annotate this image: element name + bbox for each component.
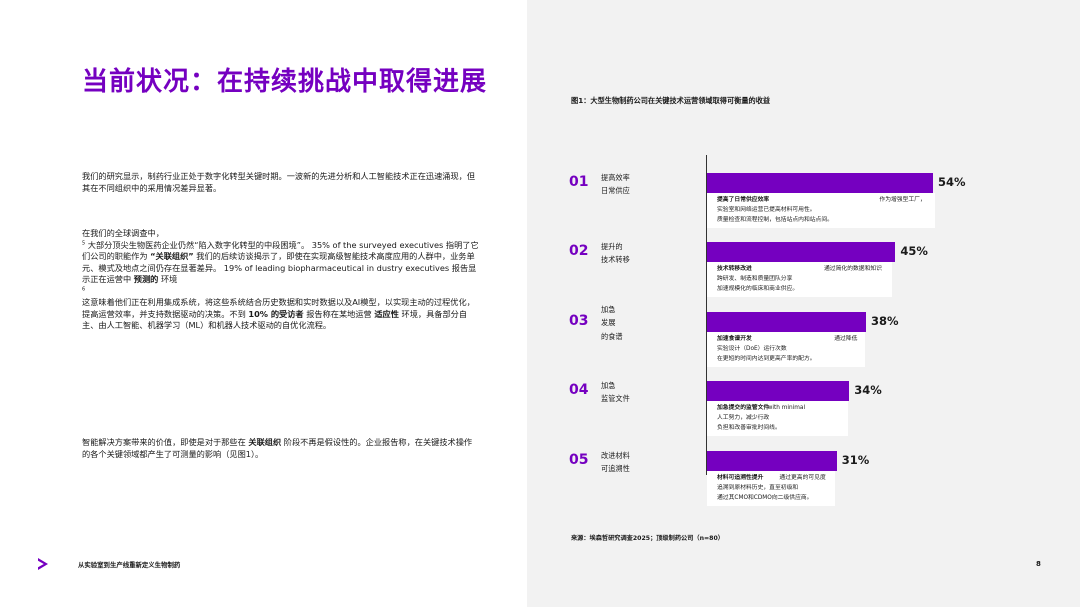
row-label-line: 技术转移	[601, 255, 630, 264]
survey-body-2: 这意味着他们正在利用集成系统，将这些系统结合历史数据和实时数据以及AI模型，以实…	[82, 297, 480, 332]
description-side-text: 通过降低	[834, 336, 858, 342]
row-label: 提高效率 日常供应	[601, 171, 630, 198]
description-line: 跨研发、制造和质量团队分享	[717, 276, 793, 282]
value-bold-a: 关联组织	[248, 437, 282, 447]
description-line: 加速食谱开发 通过降低	[717, 334, 865, 344]
description-side-text: with minimal	[767, 405, 806, 411]
row-number: 03	[569, 313, 589, 329]
value-paragraph: 智能解决方案带来的价值，即使是对于那些在 关联组织 阶段不再是假设性的。企业报告…	[82, 437, 480, 460]
row-label: 加急 发展 的食谱	[601, 303, 623, 344]
description-line: 技术转移改进 通过简化的数据和知识	[717, 264, 892, 274]
survey-text-c: 环境	[160, 274, 178, 284]
bar	[707, 381, 850, 401]
bar-description: 加速食谱开发 通过降低实验设计（DoE）运行次数在更短的时间内达到更高产率的配方。	[707, 332, 865, 367]
value-text-a: 智能解决方案带来的价值，即使是对于那些在	[82, 437, 246, 447]
page-title: 当前状况：在持续挑战中取得进展	[82, 67, 488, 97]
survey-bold-b: 预测的	[133, 274, 159, 284]
bar-value-label: 34%	[854, 383, 882, 397]
description-heading: 加速食谱开发	[717, 336, 752, 342]
survey-body: 5 大部分顶尖生物医药企业仍然“陷入数字化转型的中段困境”。 35% of th…	[82, 240, 480, 286]
row-label-line: 提升的	[601, 241, 623, 251]
bar-value-label: 38%	[871, 314, 899, 328]
row-number: 01	[569, 174, 589, 190]
description-heading: 技术转移改进	[717, 266, 752, 272]
description-line: 加速规模化的临床和商业供应。	[717, 286, 799, 292]
row-label-line: 发展	[601, 318, 616, 328]
description-line: 材料可追溯性提升 通过更高的可见度	[717, 473, 835, 483]
survey-bold-a: “关联组织”	[150, 251, 194, 261]
bar-value-label: 45%	[900, 244, 928, 258]
survey-text-e: 报告称在某地运营	[306, 308, 372, 319]
footnote-6: 6	[82, 285, 86, 292]
description-line: 追溯到原材料历史，直至初级和	[717, 485, 799, 491]
description-line: 提高了日常供应效率 作为增强型工厂，	[717, 195, 935, 205]
bar-description: 材料可追溯性提升 通过更高的可见度追溯到原材料历史，直至初级和通过其CMO和CDM…	[707, 471, 835, 506]
survey-bold-d: 适应性	[374, 308, 399, 319]
footer-title: 从实验室到生产线重新定义生物制药	[78, 561, 181, 569]
description-heading: 加急提交的监管文件	[717, 405, 770, 411]
bar	[707, 173, 933, 193]
survey-footnote-line: 6	[82, 286, 480, 298]
survey-line-1: 在我们的全球调查中，	[82, 228, 164, 238]
description-side-text: 作为增强型工厂，	[879, 197, 926, 203]
description-side-text: 通过简化的数据和知识	[824, 266, 882, 272]
row-number: 04	[569, 382, 589, 398]
bar-value-label: 54%	[938, 175, 966, 189]
footnote-5: 5	[82, 239, 86, 246]
description-heading: 提高了日常供应效率	[717, 197, 770, 203]
bar	[707, 451, 837, 471]
description-line: 在更短的时间内达到更高产率的配方。	[717, 356, 816, 362]
description-line: 加急提交的监管文件 with minimal	[717, 403, 848, 413]
row-label-line: 可追溯性	[601, 464, 630, 473]
description-line: 质量检查和流程控制，包括站点内和站点间。	[717, 217, 833, 223]
page-number: 8	[1036, 560, 1041, 568]
description-line: 实验室和网络运营已提高材料可用性。	[717, 207, 816, 213]
row-label: 提升的 技术转移	[601, 240, 630, 267]
figure-source: 来源：埃森哲研究调查2025；顶级制药公司（n=80）	[571, 535, 724, 542]
figure-title: 图1：大型生物制药公司在关键技术运营领域取得可衡量的收益	[571, 96, 771, 105]
bar-description: 加急提交的监管文件 with minimal 人工努力，减少行政负担和改善审批时间线…	[707, 401, 848, 436]
row-label-line: 监管文件	[601, 394, 630, 403]
bar-description: 提高了日常供应效率 作为增强型工厂， 实验室和网络运营已提高材料可用性。质量检查和流…	[707, 193, 935, 228]
survey-bold-c: 10% 的受访者	[248, 308, 304, 319]
row-number: 02	[569, 243, 589, 259]
bar-value-label: 31%	[841, 453, 870, 467]
bar	[707, 312, 867, 332]
description-heading: 材料可追溯性提升	[717, 475, 764, 481]
description-side-text: 通过更高的可见度	[779, 475, 826, 481]
row-label-line: 提高效率	[601, 172, 630, 182]
description-line: 实验设计（DoE）运行次数	[717, 346, 787, 352]
row-label-line: 加急	[601, 304, 616, 314]
survey-paragraph: 在我们的全球调查中， 5 大部分顶尖生物医药企业仍然“陷入数字化转型的中段困境”…	[82, 228, 480, 332]
row-label-line: 的食谱	[601, 331, 623, 341]
row-label: 加急 监管文件	[601, 379, 630, 406]
chevron-right-logo-icon	[38, 558, 48, 570]
description-line: 人工努力，减少行政	[717, 415, 770, 421]
row-label-line: 日常供应	[601, 186, 630, 195]
row-number: 05	[569, 452, 589, 468]
bar	[707, 242, 896, 262]
intro-paragraph: 我们的研究显示，制药行业正处于数字化转型关键时期。一波新的先进分析和人工智能技术…	[82, 171, 476, 193]
description-line: 负担和改善审批时间线。	[717, 425, 781, 431]
description-line: 通过其CMO和CDMO向二级供应商。	[717, 495, 813, 501]
row-label: 改进材料 可追溯性	[601, 449, 630, 476]
row-label-line: 改进材料	[601, 450, 630, 460]
row-label-line: 加急	[601, 380, 616, 390]
bar-description: 技术转移改进 通过简化的数据和知识跨研发、制造和质量团队分享 加速规模化的临床和商业…	[707, 262, 892, 297]
